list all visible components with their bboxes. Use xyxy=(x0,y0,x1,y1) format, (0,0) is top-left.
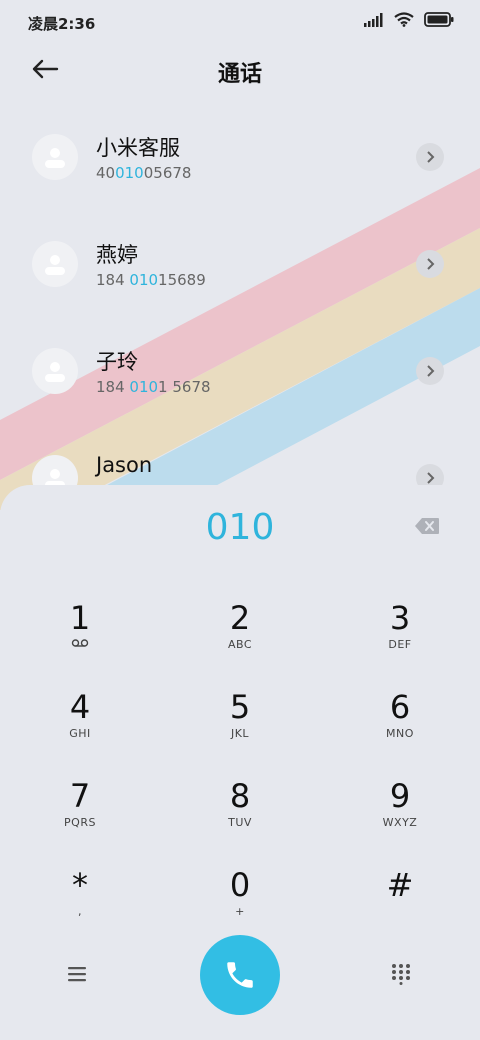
contact-number: 184 0101 5678 xyxy=(96,378,211,396)
chevron-right-icon xyxy=(427,365,435,377)
avatar xyxy=(32,348,78,394)
key-letters: TUV xyxy=(228,816,252,829)
keypad-icon xyxy=(392,964,410,985)
battery-icon xyxy=(424,12,454,27)
key-4[interactable]: 4 GHI xyxy=(20,687,140,767)
status-time: 凌晨2:36 xyxy=(28,15,96,33)
key-letters: MNO xyxy=(386,727,414,740)
backspace-icon xyxy=(415,518,439,534)
wifi-icon xyxy=(394,12,414,27)
key-digit: 8 xyxy=(229,777,251,815)
key-letters: WXYZ xyxy=(382,816,418,829)
contact-name: 燕婷 xyxy=(96,243,138,267)
contact-item[interactable]: 子玲 184 0101 5678 xyxy=(0,348,480,438)
key-letters: JKL xyxy=(230,727,250,740)
key-digit: 9 xyxy=(389,777,411,815)
number-match-highlight: 010 xyxy=(129,378,159,396)
key-digit: 3 xyxy=(389,599,411,637)
contact-detail-button[interactable] xyxy=(416,250,444,278)
backspace-button[interactable] xyxy=(414,517,440,535)
signal-icon xyxy=(364,12,383,27)
key-letters xyxy=(340,905,460,919)
key-letters: ABC xyxy=(227,638,253,651)
contact-avatar-icon xyxy=(45,148,65,168)
number-match-highlight: 010 xyxy=(129,271,159,289)
number-match-highlight: 010 xyxy=(115,164,144,182)
status-icons xyxy=(364,12,454,27)
key-8[interactable]: 8 TUV xyxy=(180,776,300,856)
key-star[interactable]: * , xyxy=(20,865,140,945)
contact-name: 小米客服 xyxy=(96,136,180,160)
contact-name: 子玲 xyxy=(96,350,138,374)
contact-item[interactable]: 小米客服 4001005678 xyxy=(0,134,480,224)
contact-number: 4001005678 xyxy=(96,164,192,182)
key-digit: 0 xyxy=(229,866,251,904)
key-digit: 4 xyxy=(69,688,91,726)
contact-avatar-icon xyxy=(45,362,65,382)
chevron-right-icon xyxy=(427,258,435,270)
status-bar: 凌晨2:36 xyxy=(0,0,480,44)
key-digit: 6 xyxy=(389,688,411,726)
key-letters: , xyxy=(78,905,82,918)
menu-button[interactable] xyxy=(66,965,90,985)
chevron-right-icon xyxy=(427,472,435,484)
avatar xyxy=(32,134,78,180)
key-digit: * xyxy=(72,866,88,904)
key-digit: 5 xyxy=(229,688,251,726)
key-0[interactable]: 0 + xyxy=(180,865,300,945)
contact-detail-button[interactable] xyxy=(416,143,444,171)
key-digit: 2 xyxy=(229,599,251,637)
contact-number: 184 01015689 xyxy=(96,271,206,289)
key-3[interactable]: 3 DEF xyxy=(340,598,460,678)
voicemail-icon xyxy=(20,638,140,652)
key-7[interactable]: 7 PQRS xyxy=(20,776,140,856)
page-title: 通话 xyxy=(217,62,262,87)
key-letters: DEF xyxy=(388,638,412,651)
contact-name: Jason xyxy=(96,453,153,477)
chevron-right-icon xyxy=(427,151,435,163)
key-hash[interactable]: # xyxy=(340,865,460,945)
avatar xyxy=(32,241,78,287)
key-9[interactable]: 9 WXYZ xyxy=(340,776,460,856)
call-button[interactable] xyxy=(200,935,280,1015)
contact-avatar-icon xyxy=(45,255,65,275)
contact-detail-button[interactable] xyxy=(416,357,444,385)
menu-icon xyxy=(68,967,86,982)
key-6[interactable]: 6 MNO xyxy=(340,687,460,767)
key-digit: 1 xyxy=(69,599,91,637)
dial-panel: 010 1 2 ABC 3 DEF 4 GHI 5 JKL 6 MNO 7 PQ… xyxy=(0,485,480,1040)
key-5[interactable]: 5 JKL xyxy=(180,687,300,767)
key-letters: PQRS xyxy=(64,816,96,829)
key-digit: 7 xyxy=(69,777,91,815)
dial-input[interactable]: 010 xyxy=(0,507,480,548)
phone-icon xyxy=(227,962,253,988)
key-2[interactable]: 2 ABC xyxy=(180,598,300,678)
contact-item[interactable]: 燕婷 184 01015689 xyxy=(0,241,480,331)
key-1[interactable]: 1 xyxy=(20,598,140,678)
key-letters: GHI xyxy=(69,727,91,740)
key-letters: + xyxy=(235,905,245,918)
keypad-toggle-button[interactable] xyxy=(390,963,414,987)
key-digit: # xyxy=(386,866,414,904)
